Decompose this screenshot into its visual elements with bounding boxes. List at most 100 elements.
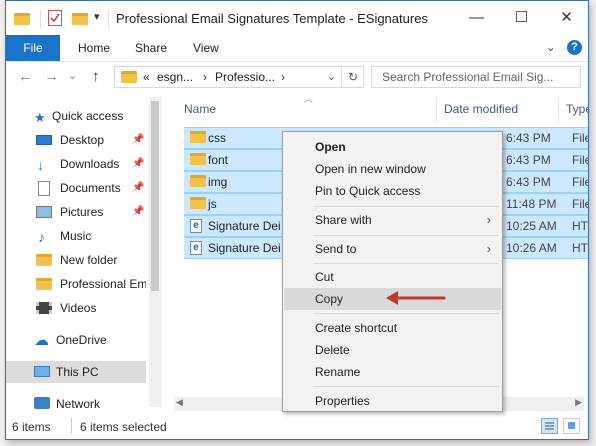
column-header-type[interactable]: Type: [566, 102, 588, 116]
menu-item-cut[interactable]: Cut: [284, 266, 501, 288]
back-button[interactable]: ←: [18, 68, 33, 85]
sidebar-item-this-pc[interactable]: This PC: [6, 361, 146, 383]
address-bar[interactable]: « esgn... › Professio... › ⌄ ↻: [114, 66, 364, 88]
sidebar-item-label: Music: [60, 229, 92, 243]
sidebar-item-label: Videos: [60, 301, 97, 315]
close-button[interactable]: ✕: [544, 5, 588, 31]
folder-icon: [190, 197, 206, 209]
new-folder-qat-icon[interactable]: [72, 13, 88, 25]
search-input[interactable]: Search Professional Email Sig...: [371, 66, 581, 88]
sidebar-item-label: Network: [56, 397, 101, 411]
help-icon[interactable]: ?: [567, 40, 582, 56]
sidebar-item-network[interactable]: Network: [6, 393, 146, 415]
maximize-button[interactable]: ☐: [499, 5, 544, 31]
scroll-left-icon[interactable]: ◀: [176, 397, 183, 408]
sidebar-item-pictures[interactable]: Pictures 📌: [6, 201, 146, 223]
breadcrumb-separator[interactable]: ›: [203, 67, 207, 87]
menu-item-rename[interactable]: Rename: [284, 361, 501, 383]
breadcrumb-item[interactable]: Professio...: [215, 67, 275, 87]
expand-ribbon-icon[interactable]: ⌄: [546, 40, 556, 54]
ribbon: File Home Share View ⌄ ?: [6, 35, 588, 62]
tab-file[interactable]: File: [6, 35, 60, 61]
menu-item-label: Send to: [315, 242, 357, 256]
column-header-name[interactable]: Name: [184, 102, 216, 116]
submenu-arrow-icon: ›: [486, 241, 491, 256]
menu-item-create-shortcut[interactable]: Create shortcut: [284, 317, 501, 339]
file-date: 10:26 AM: [506, 241, 557, 255]
menu-item-open[interactable]: Open: [284, 136, 501, 158]
file-date: 6:43 PM: [506, 175, 551, 189]
menu-item-label: Pin to Quick access: [315, 184, 421, 198]
details-view-button[interactable]: [541, 418, 558, 434]
sidebar-item-desktop[interactable]: Desktop 📌: [6, 129, 146, 151]
sidebar-scrollbar[interactable]: [149, 97, 161, 407]
menu-item-label: Share with: [315, 213, 372, 227]
menu-separator: [313, 235, 499, 236]
navigation-bar: ← → ⌄ ↑ « esgn... › Professio... › ⌄ ↻ S…: [6, 62, 588, 94]
breadcrumb-item[interactable]: esgn...: [157, 67, 193, 87]
sidebar-item-quick-access[interactable]: ★ Quick access: [6, 105, 146, 127]
qat-divider: [40, 10, 41, 28]
menu-item-delete[interactable]: Delete: [284, 339, 501, 361]
menu-item-share-with[interactable]: Share with ›: [284, 209, 501, 231]
tab-home[interactable]: Home: [78, 35, 110, 61]
sidebar-scrollbar-thumb[interactable]: [151, 101, 159, 291]
sidebar-item-onedrive[interactable]: ☁ OneDrive: [6, 329, 146, 351]
breadcrumb-overflow[interactable]: «: [143, 67, 150, 87]
menu-item-open-new-window[interactable]: Open in new window: [284, 158, 501, 180]
column-divider[interactable]: [558, 98, 559, 122]
forward-button[interactable]: →: [44, 68, 59, 85]
network-icon: [34, 397, 50, 409]
star-icon: ★: [34, 110, 46, 125]
column-divider[interactable]: [436, 98, 437, 122]
sidebar-item-downloads[interactable]: ↓ Downloads 📌: [6, 153, 146, 175]
minimize-button[interactable]: —: [454, 5, 499, 31]
pin-icon: 📌: [132, 206, 145, 217]
file-date: 10:25 AM: [506, 219, 557, 233]
sidebar-item-label: New folder: [60, 253, 118, 267]
breadcrumb-separator[interactable]: ›: [281, 67, 285, 87]
file-date: 11:48 PM: [506, 197, 557, 211]
sidebar-item-documents[interactable]: Documents 📌: [6, 177, 146, 199]
sidebar-item-label: Downloads: [60, 157, 120, 171]
explorer-window: ▾ Professional Email Signatures Template…: [5, 0, 589, 440]
folder-icon: [14, 13, 30, 25]
column-header-date[interactable]: Date modified: [444, 102, 518, 116]
sort-indicator-icon: ︿: [304, 94, 314, 104]
tab-view[interactable]: View: [193, 35, 219, 61]
menu-item-send-to[interactable]: Send to ›: [284, 238, 501, 260]
annotation-arrow-icon: [386, 291, 446, 305]
menu-item-label: Delete: [315, 343, 350, 357]
title-bar: ▾ Professional Email Signatures Template…: [6, 1, 588, 35]
title-divider: [108, 10, 109, 28]
sidebar-item-new-folder[interactable]: New folder: [6, 249, 146, 271]
menu-item-properties[interactable]: Properties: [284, 390, 501, 412]
menu-item-pin-quick-access[interactable]: Pin to Quick access: [284, 180, 501, 202]
sidebar-item-label: Documents: [60, 181, 121, 195]
address-dropdown-icon[interactable]: ⌄: [327, 67, 336, 87]
recent-locations-button[interactable]: ⌄: [68, 69, 77, 82]
refresh-icon[interactable]: ↻: [348, 67, 358, 87]
folder-icon: [190, 153, 206, 165]
menu-item-label: Rename: [315, 365, 361, 379]
tab-share[interactable]: Share: [135, 35, 167, 61]
sidebar-item-label: Quick access: [52, 109, 124, 123]
sidebar-item-professional-email[interactable]: Professional Ema: [6, 273, 146, 295]
sidebar-item-label: This PC: [56, 365, 99, 379]
sidebar-item-music[interactable]: ♪ Music: [6, 225, 146, 247]
properties-qat-icon[interactable]: [48, 10, 62, 26]
status-divider: [71, 418, 72, 434]
window-title: Professional Email Signatures Template -…: [116, 11, 428, 26]
customize-qat-icon[interactable]: ▾: [94, 10, 100, 30]
menu-item-label: Cut: [315, 270, 334, 284]
up-button[interactable]: ↑: [92, 68, 100, 85]
large-icons-view-button[interactable]: [563, 418, 580, 434]
submenu-arrow-icon: ›: [486, 212, 491, 227]
file-type: HTM: [572, 219, 588, 233]
file-date: 6:43 PM: [506, 153, 551, 167]
scroll-right-icon[interactable]: ▶: [575, 397, 582, 408]
sidebar-item-videos[interactable]: Videos: [6, 297, 146, 319]
menu-separator: [313, 263, 499, 264]
pin-icon: 📌: [132, 158, 145, 169]
navigation-pane: ★ Quick access Desktop 📌 ↓ Downloads 📌 D…: [6, 97, 161, 411]
